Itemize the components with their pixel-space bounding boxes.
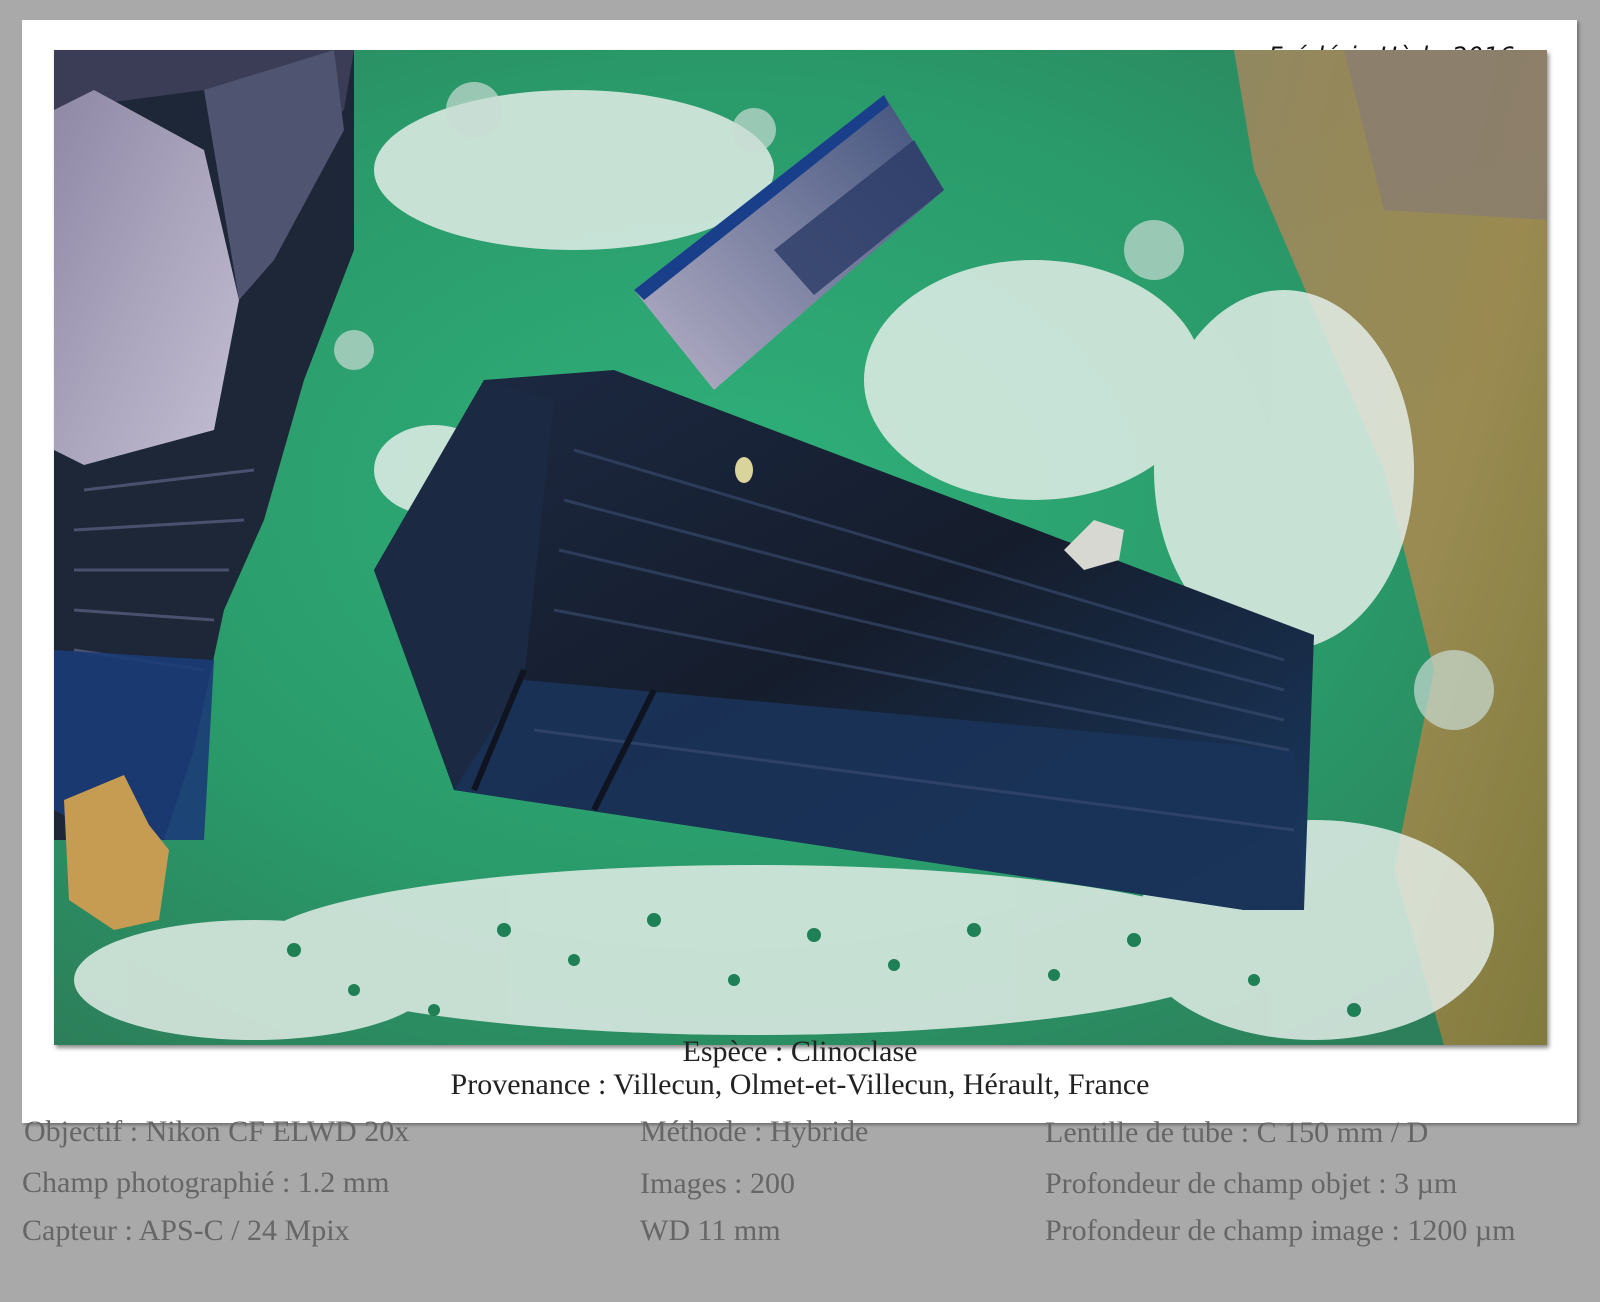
clinoclase-crystal-image [54, 50, 1547, 1045]
spec-objective: Objectif : Nikon CF ELWD 20x [24, 1115, 410, 1148]
spec-sensor: Capteur : APS-C / 24 Mpix [22, 1214, 350, 1247]
origin-line: Provenance : Villecun, Olmet-et-Villecun… [450, 1068, 1150, 1101]
spec-method: Méthode : Hybride [640, 1115, 869, 1148]
spec-field: Champ photographié : 1.2 mm [22, 1166, 390, 1199]
photo-frame: Frédéric Hède 2016 [22, 20, 1577, 1123]
technical-specs: Objectif : Nikon CF ELWD 20x Champ photo… [0, 1115, 1600, 1302]
mineral-photo [54, 50, 1547, 1045]
spec-tube-lens: Lentille de tube : C 150 mm / D [1045, 1116, 1429, 1149]
photo-caption: Espèce : Clinoclase Provenance : Villecu… [0, 1035, 1600, 1101]
spec-wd: WD 11 mm [640, 1214, 781, 1247]
spec-dof-object: Profondeur de champ objet : 3 µm [1045, 1167, 1458, 1200]
species-line: Espèce : Clinoclase [682, 1035, 918, 1068]
spec-dof-image: Profondeur de champ image : 1200 µm [1045, 1214, 1516, 1247]
spec-images: Images : 200 [640, 1167, 795, 1200]
